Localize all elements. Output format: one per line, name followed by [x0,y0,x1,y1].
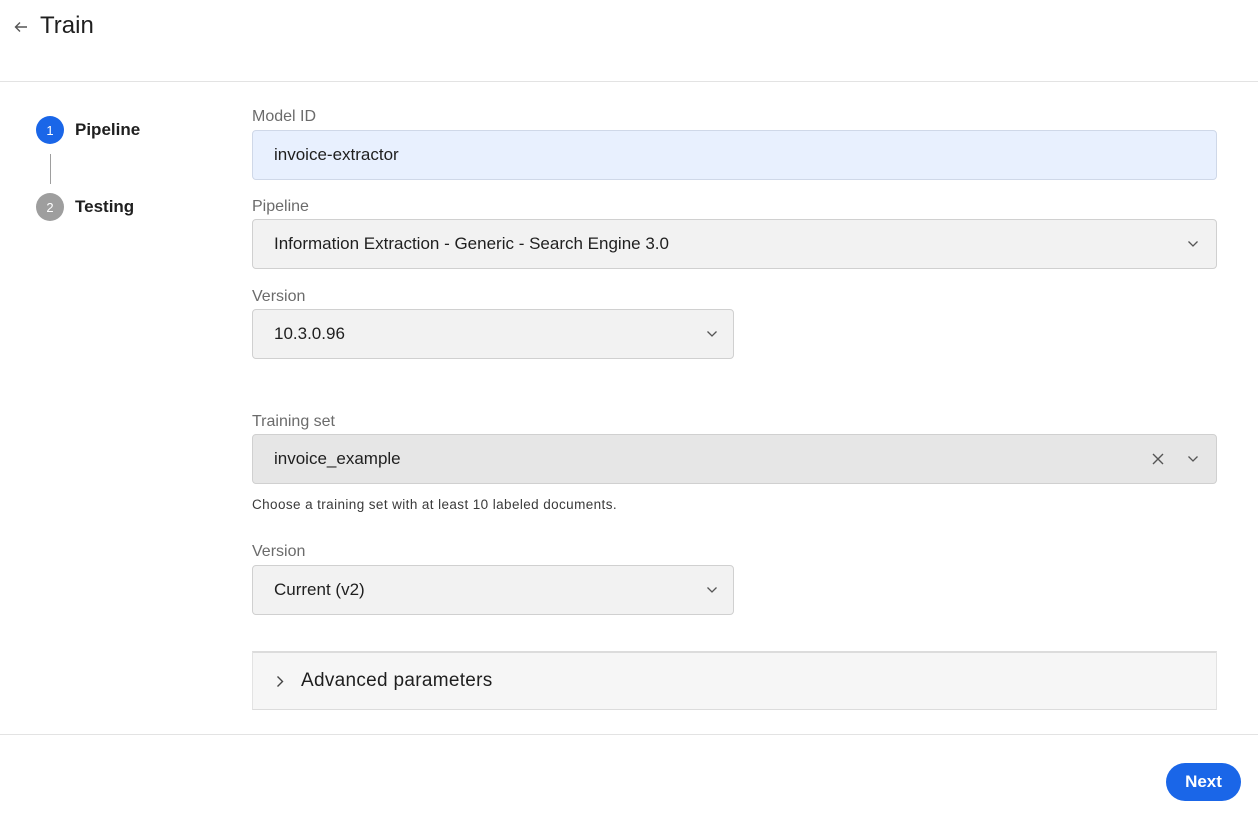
step-number-badge: 2 [36,193,64,221]
step-label: Testing [75,197,135,216]
training-set-select[interactable]: invoice_example [252,434,1217,484]
pipeline-version-value: 10.3.0.96 [274,324,345,343]
step-testing[interactable]: 2 Testing [36,193,134,221]
pipeline-version-label: Version [252,288,306,305]
step-number-badge: 1 [36,116,64,144]
step-connector [50,154,51,184]
next-button[interactable]: Next [1166,763,1241,801]
training-set-version-select[interactable]: Current (v2) [252,565,734,615]
pipeline-version-select[interactable]: 10.3.0.96 [252,309,734,359]
chevron-down-icon [1186,237,1200,251]
step-label: Pipeline [75,120,141,139]
chevron-down-icon [705,583,719,597]
pipeline-value: Information Extraction - Generic - Searc… [274,234,669,253]
chevron-down-icon [1186,452,1200,466]
pipeline-label: Pipeline [252,198,309,215]
training-set-version-value: Current (v2) [274,580,365,599]
training-set-label: Training set [252,413,335,430]
page-title: Train [40,12,94,39]
advanced-parameters-label: Advanced parameters [301,670,493,691]
training-set-helper-text: Choose a training set with at least 10 l… [252,497,618,512]
training-set-version-label: Version [252,543,306,560]
step-pipeline[interactable]: 1 Pipeline [36,116,140,144]
model-id-value: invoice-extractor [274,145,399,164]
training-set-value: invoice_example [274,449,401,468]
advanced-parameters-toggle[interactable]: Advanced parameters [252,651,1217,710]
page-header: Train [0,0,1258,82]
back-button[interactable] [10,16,32,38]
chevron-right-icon [273,674,287,688]
footer-divider [0,734,1258,735]
chevron-down-icon [705,327,719,341]
pipeline-select[interactable]: Information Extraction - Generic - Searc… [252,219,1217,269]
arrow-left-icon [14,22,27,32]
model-id-label: Model ID [252,108,317,125]
model-id-input[interactable]: invoice-extractor [252,130,1217,180]
clear-icon[interactable] [1150,451,1166,467]
